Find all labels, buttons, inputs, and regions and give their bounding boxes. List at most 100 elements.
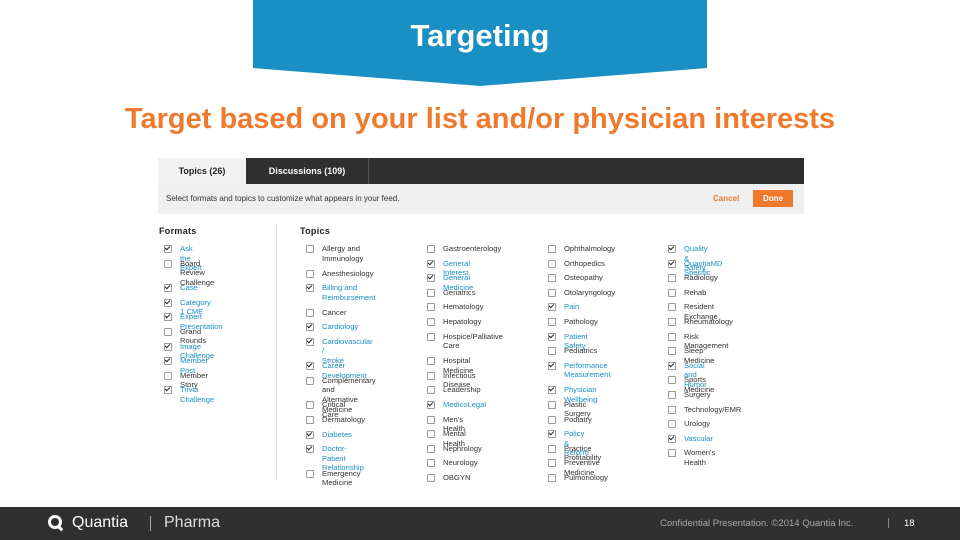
checkbox-item[interactable]: Urology bbox=[668, 419, 710, 429]
checkbox[interactable] bbox=[427, 303, 435, 312]
checked-checkbox[interactable] bbox=[164, 298, 172, 307]
tab-discussions[interactable]: Discussions (109) bbox=[246, 158, 369, 184]
cancel-button[interactable]: Cancel bbox=[713, 194, 739, 203]
checkbox[interactable] bbox=[306, 245, 314, 253]
checkbox[interactable] bbox=[668, 332, 676, 341]
checked-checkbox[interactable] bbox=[164, 284, 172, 293]
checkbox[interactable] bbox=[548, 473, 556, 482]
checkbox-item[interactable]: Hepatology bbox=[427, 317, 481, 327]
checked-checkbox[interactable] bbox=[306, 430, 314, 439]
checkbox[interactable] bbox=[548, 245, 556, 253]
checkbox[interactable] bbox=[668, 347, 676, 356]
checked-checkbox[interactable] bbox=[548, 361, 556, 370]
checkbox[interactable] bbox=[668, 405, 676, 414]
checkbox-item[interactable]: Geriatrics bbox=[427, 288, 476, 298]
checkbox-item[interactable]: Leadership bbox=[427, 385, 481, 395]
checkbox[interactable] bbox=[668, 303, 676, 312]
checkbox-item[interactable]: Rehab bbox=[668, 288, 706, 298]
checkbox[interactable] bbox=[548, 444, 556, 453]
checked-checkbox[interactable] bbox=[427, 400, 435, 409]
checked-checkbox[interactable] bbox=[668, 361, 676, 370]
checkbox-item[interactable]: Podiatry bbox=[548, 415, 592, 425]
checkbox[interactable] bbox=[427, 288, 435, 297]
checked-checkbox[interactable] bbox=[164, 386, 172, 395]
checkbox-item[interactable]: Emergency Medicine bbox=[306, 469, 360, 488]
checkbox-item[interactable]: Ophthalmology bbox=[548, 244, 615, 254]
checkbox[interactable] bbox=[668, 391, 676, 399]
checked-checkbox[interactable] bbox=[548, 332, 556, 341]
checked-checkbox[interactable] bbox=[164, 342, 172, 351]
checkbox[interactable] bbox=[427, 473, 435, 482]
checkbox[interactable] bbox=[306, 308, 314, 317]
checkbox-item[interactable]: Vascular bbox=[668, 434, 713, 444]
checkbox[interactable] bbox=[668, 274, 676, 283]
checkbox[interactable] bbox=[306, 469, 314, 478]
checkbox-item[interactable]: Surgery bbox=[668, 390, 711, 400]
checkbox-item[interactable]: Allergy and Immunology bbox=[306, 244, 363, 263]
checkbox-item[interactable]: Otolaryngology bbox=[548, 288, 615, 298]
checkbox-item[interactable]: Pulmonology bbox=[548, 473, 608, 483]
checked-checkbox[interactable] bbox=[164, 313, 172, 322]
checkbox[interactable] bbox=[427, 430, 435, 439]
checked-checkbox[interactable] bbox=[668, 259, 676, 268]
checkbox[interactable] bbox=[548, 288, 556, 297]
checkbox[interactable] bbox=[306, 416, 314, 424]
checkbox[interactable] bbox=[668, 376, 676, 385]
done-button[interactable]: Done bbox=[753, 190, 793, 207]
checkbox[interactable] bbox=[164, 371, 172, 380]
checkbox[interactable] bbox=[427, 318, 435, 326]
checkbox-item[interactable]: Dermatology bbox=[306, 415, 365, 425]
checkbox-item[interactable]: Radiology bbox=[668, 273, 718, 283]
checkbox-item[interactable]: Neurology bbox=[427, 458, 478, 468]
checked-checkbox[interactable] bbox=[427, 259, 435, 268]
checkbox-item[interactable]: Case bbox=[164, 283, 198, 293]
checkbox-item[interactable]: Anesthesiology bbox=[306, 269, 374, 279]
checked-checkbox[interactable] bbox=[548, 386, 556, 395]
checkbox-item[interactable]: Pediatrics bbox=[548, 346, 597, 356]
checkbox[interactable] bbox=[668, 420, 676, 429]
checkbox[interactable] bbox=[427, 444, 435, 453]
checkbox[interactable] bbox=[548, 347, 556, 356]
checked-checkbox[interactable] bbox=[306, 323, 314, 332]
checked-checkbox[interactable] bbox=[164, 357, 172, 366]
checkbox[interactable] bbox=[164, 259, 172, 268]
checkbox-item[interactable]: Orthopedics bbox=[548, 259, 605, 269]
checked-checkbox[interactable] bbox=[548, 303, 556, 312]
checked-checkbox[interactable] bbox=[306, 445, 314, 454]
checked-checkbox[interactable] bbox=[548, 430, 556, 439]
checkbox-item[interactable]: Gastroenterology bbox=[427, 244, 501, 254]
checkbox-item[interactable]: Women's Health bbox=[668, 448, 715, 467]
checkbox-item[interactable]: Trivia Challenge bbox=[164, 385, 214, 404]
checkbox-item[interactable]: Osteopathy bbox=[548, 273, 603, 283]
checkbox[interactable] bbox=[668, 449, 676, 458]
checkbox[interactable] bbox=[306, 401, 314, 410]
checkbox-item[interactable]: OBGYN bbox=[427, 473, 470, 483]
checkbox-item[interactable]: Hospice/Palliative Care bbox=[427, 332, 503, 351]
checkbox-item[interactable]: Diabetes bbox=[306, 430, 352, 440]
checkbox[interactable] bbox=[427, 371, 435, 380]
checkbox-item[interactable]: Billing and Reimbursement bbox=[306, 283, 376, 302]
checkbox[interactable] bbox=[306, 376, 314, 385]
checkbox[interactable] bbox=[668, 318, 676, 326]
checkbox-item[interactable]: Rheumatology bbox=[668, 317, 733, 327]
checkbox[interactable] bbox=[548, 274, 556, 283]
checkbox[interactable] bbox=[427, 415, 435, 424]
checkbox[interactable] bbox=[427, 245, 435, 253]
checkbox[interactable] bbox=[548, 415, 556, 424]
checkbox-item[interactable]: Performance Measurement bbox=[548, 361, 610, 380]
checkbox-item[interactable]: MedicoLegal bbox=[427, 400, 486, 410]
checked-checkbox[interactable] bbox=[306, 337, 314, 346]
checked-checkbox[interactable] bbox=[306, 362, 314, 371]
checked-checkbox[interactable] bbox=[427, 274, 435, 283]
checkbox[interactable] bbox=[668, 288, 676, 297]
checkbox-item[interactable]: Cardiology bbox=[306, 322, 358, 332]
checkbox[interactable] bbox=[306, 269, 314, 278]
checkbox-item[interactable]: Technology/EMR bbox=[668, 405, 741, 415]
checkbox[interactable] bbox=[548, 459, 556, 468]
checkbox[interactable] bbox=[548, 400, 556, 409]
checked-checkbox[interactable] bbox=[668, 434, 676, 443]
checked-checkbox[interactable] bbox=[306, 284, 314, 293]
checked-checkbox[interactable] bbox=[668, 245, 676, 253]
checkbox[interactable] bbox=[427, 386, 435, 395]
checkbox-item[interactable]: Pathology bbox=[548, 317, 598, 327]
